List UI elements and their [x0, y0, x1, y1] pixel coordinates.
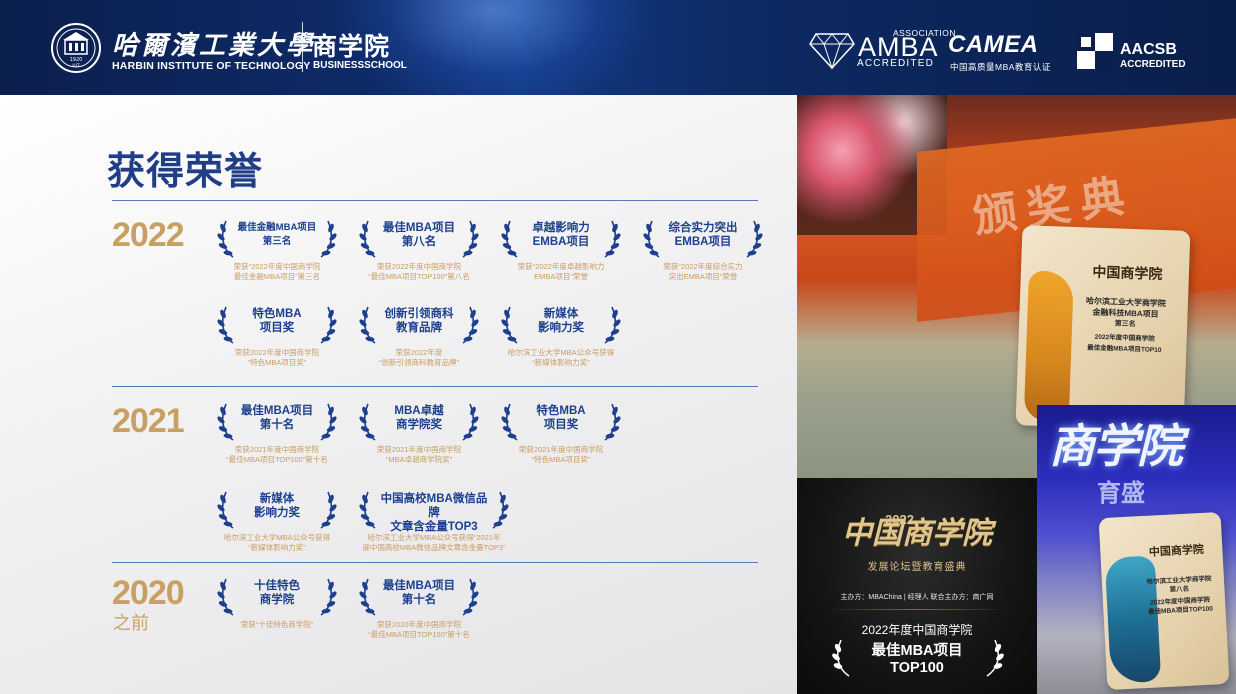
- laurel-right-icon: [986, 639, 1004, 677]
- award-description: 荣获“2022年度综合实力 突出EMBA项目”荣誉: [663, 262, 743, 281]
- award-item: 综合实力突出 EMBA项目荣获“2022年度综合实力 突出EMBA项目”荣誉: [633, 219, 773, 281]
- award-wreath: 中国高校MBA微信品牌 文章含金量TOP3: [359, 490, 509, 533]
- gala-award-line1: 2022年度中国商学院: [861, 623, 973, 637]
- award-wreath: 创新引领商科 教育品牌: [359, 305, 479, 345]
- year-label-2022: 2022: [112, 216, 185, 254]
- aacsb-accredited-label: ACCREDITED: [1120, 59, 1186, 70]
- year-label-2021: 2021: [112, 402, 185, 440]
- emblem-text: HIT: [72, 63, 80, 69]
- award-description: 荣获2022年度中国商学院 “特色MBA项目奖”: [234, 348, 320, 367]
- header-bar: 1920 HIT 哈爾濱工業大學 HARBIN INSTITUTE OF TEC…: [0, 0, 1236, 95]
- award-title: 综合实力突出 EMBA项目: [668, 222, 738, 248]
- award-title: 特色MBA 项目奖: [536, 405, 586, 431]
- plaque-title: 中国商学院: [1092, 264, 1163, 284]
- award-description: 荣获2022年度中国商学院 “最佳MBA项目TOP100”第八名: [368, 262, 470, 281]
- award-description: 荣获2022年度 “创新引领商科教育品牌”: [379, 348, 459, 367]
- award-description: 荣获2021年度中国商学院 “最佳MBA项目TOP100”第十名: [226, 445, 328, 464]
- year-sublabel-before: 之前: [113, 613, 149, 633]
- award-wreath: 特色MBA 项目奖: [501, 402, 621, 442]
- year-label-2020: 2020: [112, 574, 185, 612]
- award-item: 最佳金融MBA项目 第三名荣获“2022年度中国商学院 最佳金融MBA项目”第三名: [207, 219, 347, 281]
- year-divider-2021: [112, 386, 758, 387]
- laurel-left-icon: [832, 639, 850, 677]
- award-title: 中国高校MBA微信品牌 文章含金量TOP3: [380, 493, 488, 533]
- award-title: 卓越影响力 EMBA项目: [532, 222, 590, 248]
- award-description: 荣获2021年度中国商学院 “MBA卓越商学院奖”: [376, 445, 462, 464]
- award-wreath: 卓越影响力 EMBA项目: [501, 219, 621, 259]
- award-item: 创新引领商科 教育品牌荣获2022年度 “创新引领商科教育品牌”: [349, 305, 489, 367]
- plaque-text: 哈尔滨工业大学商学院 第八名 2022年度中国商学院 最佳MBA项目TOP100: [1146, 575, 1214, 616]
- aacsb-logo-text: AACSB: [1120, 41, 1177, 58]
- camea-logo-text: CAMEA: [948, 31, 1039, 58]
- award-title: 最佳MBA项目 第八名: [382, 222, 456, 248]
- neon-stage-photo: 商学院 育盛 中国商学院 哈尔滨工业大学商学院 第八名 2022年度中国商学院 …: [1037, 405, 1236, 694]
- award-description: 哈尔滨工业大学MBA公众号获得 “新媒体影响力奖”: [223, 533, 331, 552]
- award-item: MBA卓越 商学院奖荣获2021年度中国商学院 “MBA卓越商学院奖”: [349, 402, 489, 464]
- amba-accredited-label: ACCREDITED: [857, 58, 935, 69]
- award-item: 特色MBA 项目奖荣获2021年度中国商学院 “特色MBA项目奖”: [491, 402, 631, 464]
- award-plaque-gold: 中国商学院 哈尔滨工业大学商学院 金融科技MBA项目 第三名 2022年度中国商…: [1015, 225, 1191, 431]
- award-title: 十佳特色 商学院: [254, 580, 300, 606]
- award-wreath: 综合实力突出 EMBA项目: [643, 219, 763, 259]
- award-title: 特色MBA 项目奖: [252, 308, 302, 334]
- award-wreath: 特色MBA 项目奖: [217, 305, 337, 345]
- gala-title: 中国商学院: [842, 516, 992, 551]
- university-name-cn: 哈爾濱工業大學: [112, 31, 316, 61]
- award-item: 最佳MBA项目 第十名荣获2021年度中国商学院 “最佳MBA项目TOP100”第十…: [207, 402, 347, 464]
- header-divider: [302, 22, 303, 72]
- award-item: 最佳MBA项目 第十名荣获2020年度中国商学院 “最佳MBA项目TOP100”第十…: [349, 577, 489, 639]
- award-title: 新媒体 影响力奖: [254, 493, 300, 519]
- school-name-cn: 商学院: [312, 33, 391, 61]
- school-name-en: BUSINESSSCHOOL: [313, 60, 407, 71]
- year-divider-2022: [112, 200, 758, 201]
- gala-subtitle: 发展论坛暨教育盛典: [867, 562, 967, 573]
- award-item: 卓越影响力 EMBA项目荣获“2022年度卓越影响力 EMBA项目”荣誉: [491, 219, 631, 281]
- award-wreath: 十佳特色 商学院: [217, 577, 337, 617]
- award-wreath: 最佳MBA项目 第十名: [217, 402, 337, 442]
- award-item: 特色MBA 项目奖荣获2022年度中国商学院 “特色MBA项目奖”: [207, 305, 347, 367]
- award-description: 荣获2020年度中国商学院 “最佳MBA项目TOP100”第十名: [368, 620, 470, 639]
- award-description: 荣获“2022年度中国商学院 最佳金融MBA项目”第三名: [233, 262, 321, 281]
- award-description: 哈尔滨工业大学MBA公众号获得 “新媒体影响力奖”: [507, 348, 615, 367]
- emblem-year: 1920: [70, 57, 83, 63]
- award-wreath: 最佳MBA项目 第十名: [359, 577, 479, 617]
- award-title: MBA卓越 商学院奖: [394, 405, 444, 431]
- gala-sponsors: 主办方：MBAChina | 经理人 联合主办方：商广网: [840, 594, 994, 601]
- award-wreath: 最佳金融MBA项目 第三名: [217, 219, 337, 259]
- camea-subtitle: 中国高质量MBA教育认证: [950, 62, 1051, 72]
- award-item: 中国高校MBA微信品牌 文章含金量TOP3 哈尔滨工业大学MBA公众号获得“2021…: [349, 490, 519, 552]
- award-wreath: 新媒体 影响力奖: [217, 490, 337, 530]
- year-divider-2020: [112, 562, 758, 563]
- award-title: 创新引领商科 教育品牌: [384, 308, 454, 334]
- plaque-title: 中国商学院: [1148, 542, 1205, 559]
- award-title: 新媒体 影响力奖: [538, 308, 584, 334]
- gala-certificate-photo: 中国商学院 2022 发展论坛暨教育盛典 主办方：MBAChina | 经理人 …: [797, 478, 1037, 694]
- neon-sign-text-2: 育盛: [1097, 478, 1145, 507]
- award-title: 最佳金融MBA项目 第三名: [237, 222, 317, 247]
- award-plaque-blue: 中国商学院 哈尔滨工业大学商学院 第八名 2022年度中国商学院 最佳MBA项目…: [1098, 511, 1230, 691]
- award-description: 哈尔滨工业大学MBA公众号获得“2021年 度中国高校MBA微信品牌文章含金量TO…: [362, 533, 506, 552]
- award-description: 荣获“十佳特色商学院”: [240, 620, 314, 629]
- hit-emblem-icon: 1920 HIT: [51, 23, 101, 73]
- award-wreath: 新媒体 影响力奖: [501, 305, 621, 345]
- page-title: 获得荣誉: [107, 151, 264, 193]
- award-description: 荣获2021年度中国商学院 “特色MBA项目奖”: [518, 445, 604, 464]
- award-wreath: 最佳MBA项目 第八名: [359, 219, 479, 259]
- neon-sign-text: 商学院: [1049, 419, 1183, 473]
- award-item: 十佳特色 商学院荣获“十佳特色商学院”: [207, 577, 347, 630]
- award-title: 最佳MBA项目 第十名: [240, 405, 314, 431]
- award-title: 最佳MBA项目 第十名: [382, 580, 456, 606]
- plaque-text: 哈尔滨工业大学商学院 金融科技MBA项目 第三名 2022年度中国商学院 最佳金…: [1085, 296, 1167, 355]
- university-name-en: HARBIN INSTITUTE OF TECHNOLOGY: [112, 60, 311, 72]
- aacsb-logo-icon: [1077, 33, 1113, 69]
- award-item: 新媒体 影响力奖哈尔滨工业大学MBA公众号获得 “新媒体影响力奖”: [207, 490, 347, 552]
- amba-diamond-icon: [809, 33, 855, 70]
- award-description: 荣获“2022年度卓越影响力 EMBA项目”荣誉: [517, 262, 605, 281]
- award-item: 最佳MBA项目 第八名荣获2022年度中国商学院 “最佳MBA项目TOP100”第八…: [349, 219, 489, 281]
- award-item: 新媒体 影响力奖哈尔滨工业大学MBA公众号获得 “新媒体影响力奖”: [491, 305, 631, 367]
- gala-year: 2022: [885, 512, 914, 527]
- award-wreath: MBA卓越 商学院奖: [359, 402, 479, 442]
